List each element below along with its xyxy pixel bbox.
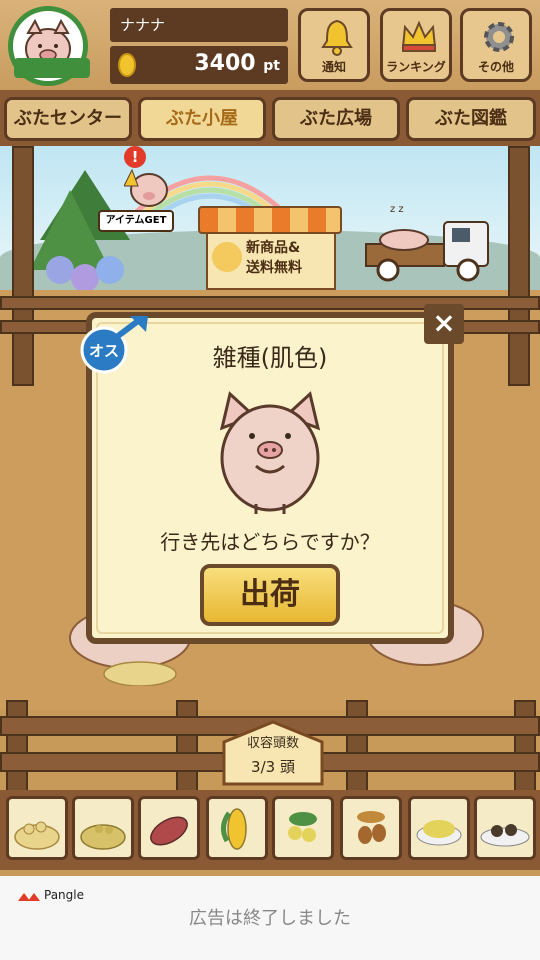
food-slot-soybean[interactable] xyxy=(6,796,68,860)
fruit-icon xyxy=(288,812,317,842)
food-slot-acorn[interactable] xyxy=(340,796,402,860)
crown-icon xyxy=(401,20,437,52)
shop-awning[interactable] xyxy=(198,206,342,234)
avatar-ribbon xyxy=(14,58,90,78)
shop-sign-line1: 新商品& xyxy=(246,240,301,256)
gear-icon xyxy=(484,22,514,52)
shop-pig-icon xyxy=(212,242,242,272)
fence-post xyxy=(12,146,34,386)
pig-portrait-icon xyxy=(219,391,321,514)
fence-post xyxy=(6,700,28,792)
acorn-icon xyxy=(357,811,386,844)
ad-brand: Pangle xyxy=(44,888,84,902)
food-slot-corn[interactable] xyxy=(206,796,268,860)
fence-post xyxy=(346,700,368,792)
delivery-truck-icon[interactable] xyxy=(364,214,498,284)
capacity-value: 3/3 頭 xyxy=(251,758,295,776)
points-unit: pt xyxy=(263,58,280,74)
notification-button[interactable]: 通知 xyxy=(298,8,370,82)
item-get-badge[interactable]: アイテムGET xyxy=(98,210,174,232)
tab-buta-hiroba[interactable]: ぶた広場 xyxy=(272,97,400,141)
ranking-label: ランキング xyxy=(386,60,446,74)
tab-buta-koya[interactable]: ぶた小屋 xyxy=(138,97,266,141)
notification-label: 通知 xyxy=(321,60,346,74)
bell-icon xyxy=(321,19,353,56)
food-slot-sweet-potato[interactable] xyxy=(138,796,200,860)
food-slot-fruit[interactable] xyxy=(272,796,334,860)
coin-icon xyxy=(118,53,136,77)
other-menu-button[interactable]: その他 xyxy=(460,8,532,82)
fence-post xyxy=(508,146,530,386)
ship-button[interactable]: 出荷 xyxy=(200,564,340,626)
other-menu-label: その他 xyxy=(477,60,514,74)
tab-buta-zukan[interactable]: ぶた図鑑 xyxy=(406,97,536,141)
sweet-potato-icon xyxy=(150,816,188,846)
food-slot-truffle[interactable] xyxy=(474,796,536,860)
sleep-mark: z z xyxy=(390,204,404,215)
player-name: ナナナ xyxy=(120,16,166,34)
fence-post xyxy=(176,700,198,792)
points-value: 3400 xyxy=(194,51,256,76)
shop-sign-line2: 送料無料 xyxy=(246,260,302,276)
soybean-pile-icon xyxy=(14,821,60,850)
pig-breed-title: 雑種(肌色) xyxy=(212,344,328,372)
capacity-label: 収容頭数 xyxy=(246,736,299,751)
corn-icon xyxy=(221,808,247,850)
pig-with-corn-icon xyxy=(124,168,168,207)
points-display: 3400 pt xyxy=(150,51,280,76)
feed-pile-icon xyxy=(416,820,462,846)
pangle-logo-icon xyxy=(18,893,40,901)
destination-prompt: 行き先はどちらですか？ xyxy=(160,530,380,554)
food-slot-feed[interactable] xyxy=(408,796,470,860)
fence-post xyxy=(514,700,536,792)
alert-icon[interactable]: ! xyxy=(124,146,146,168)
ad-message: 広告は終了しました xyxy=(189,908,351,929)
food-slot-grain[interactable] xyxy=(72,796,134,860)
grain-pile-icon xyxy=(80,824,126,850)
feed-pile-ground xyxy=(103,661,177,686)
ranking-button[interactable]: ランキング xyxy=(380,8,452,82)
tab-buta-center[interactable]: ぶたセンター xyxy=(4,97,132,141)
truffle-plate-icon xyxy=(480,824,530,847)
shop-sign-text: 新商品& 送料無料 xyxy=(246,238,336,278)
